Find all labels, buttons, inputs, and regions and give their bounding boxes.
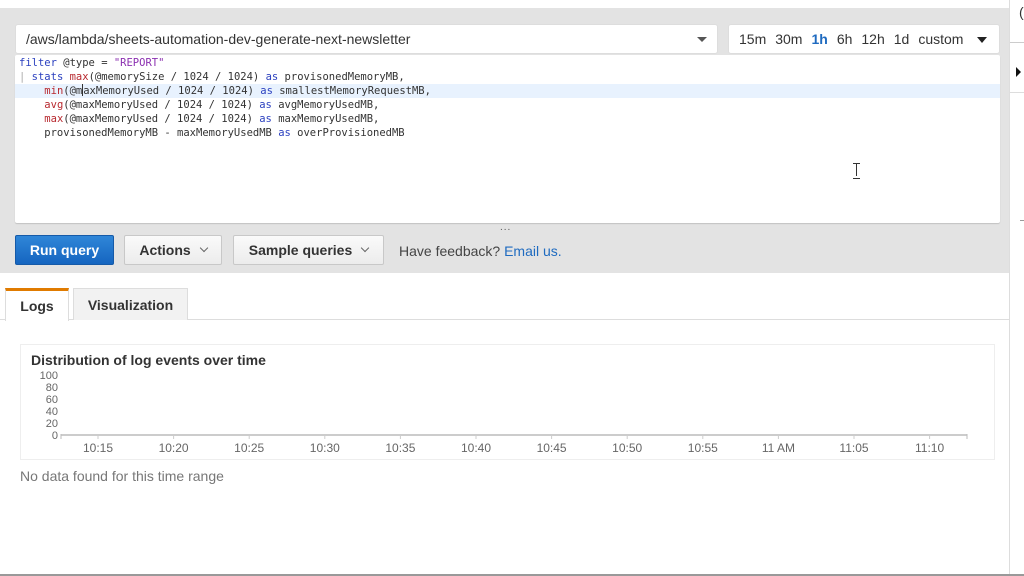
right-side-panel: ( — [1009, 0, 1024, 576]
sample-queries-button[interactable]: Sample queries — [233, 235, 384, 265]
code-line: min(@maxMemoryUsed / 1024 / 1024) as sma… — [15, 84, 1000, 98]
chevron-down-icon — [199, 243, 208, 253]
code-keyword: as — [278, 127, 291, 139]
time-range-option-12h[interactable]: 12h — [861, 31, 884, 47]
code-keyword: as — [259, 113, 272, 125]
pipe-operator: | — [19, 71, 32, 83]
email-us-link[interactable]: Email us. — [504, 243, 562, 259]
code-line: filter @type = "REPORT" — [15, 56, 1000, 70]
code-line: provisonedMemoryMB - maxMemoryUsedMB as … — [15, 126, 1000, 140]
query-editor[interactable]: filter @type = "REPORT" | stats max(@memo… — [15, 55, 1000, 223]
y-tick-label: 100 — [40, 370, 58, 382]
code-text: maxMemoryUsedMB, — [271, 113, 380, 125]
x-tick-label: 11:10 — [915, 441, 944, 455]
log-group-value: /aws/lambda/sheets-automation-dev-genera… — [26, 31, 411, 47]
tab-logs[interactable]: Logs — [5, 288, 69, 321]
feedback-label: Have feedback? — [399, 243, 501, 259]
code-text: provisonedMemoryMB, — [278, 71, 405, 83]
time-range-option-6h[interactable]: 6h — [837, 31, 853, 47]
x-tick-label: 10:15 — [83, 441, 113, 455]
code-string: "REPORT" — [113, 57, 165, 69]
actions-label: Actions — [139, 242, 191, 258]
divider — [1020, 220, 1024, 221]
code-line: | stats max(@memorySize / 1024 / 1024) a… — [15, 70, 1000, 84]
feedback-text: Have feedback? Email us. — [399, 243, 562, 259]
y-tick-label: 0 — [52, 430, 58, 442]
query-panel: /aws/lambda/sheets-automation-dev-genera… — [0, 8, 1009, 273]
chevron-down-icon — [361, 243, 370, 253]
x-tick-label: 10:20 — [159, 441, 189, 455]
code-text: avgMemoryUsedMB, — [271, 99, 380, 111]
code-function: max — [69, 71, 89, 83]
y-tick-label: 40 — [46, 406, 58, 418]
divider — [1010, 92, 1024, 93]
text-cursor-icon — [853, 163, 861, 179]
actions-button[interactable]: Actions — [124, 235, 222, 265]
expand-arrow-icon[interactable] — [1016, 67, 1021, 77]
tab-visualization-label: Visualization — [87, 296, 174, 313]
chart-canvas: 020406080100 10:15 10:20 10:25 10:30 10:35 10:… — [40, 370, 968, 455]
code-text: axMemoryUsed / 1024 / 1024) — [83, 85, 261, 97]
y-tick-label: 60 — [46, 394, 58, 406]
divider — [1010, 42, 1024, 43]
code-keyword: as — [259, 99, 272, 111]
code-function: avg — [44, 99, 64, 111]
code-text: @type = — [56, 57, 114, 69]
code-text: overProvisionedMB — [290, 127, 405, 139]
chevron-down-icon — [697, 37, 707, 42]
x-tick-label: 11 AM — [762, 441, 795, 455]
time-range-option-15m[interactable]: 15m — [739, 31, 766, 47]
time-range-option-30m[interactable]: 30m — [775, 31, 802, 47]
time-range-option-custom[interactable]: custom — [918, 31, 963, 47]
x-tick-label: 10:45 — [537, 441, 567, 455]
code-keyword: as — [265, 71, 279, 83]
code-line: max(@maxMemoryUsed / 1024 / 1024) as max… — [15, 112, 1000, 126]
code-function: min — [44, 85, 64, 97]
x-tick-label: 10:30 — [310, 441, 340, 455]
run-query-button[interactable]: Run query — [15, 235, 114, 265]
time-range-selector: 15m 30m 1h 6h 12h 1d custom — [728, 24, 1000, 54]
code-keyword: as — [260, 85, 273, 97]
code-text: smallestMemoryRequestMB, — [272, 85, 431, 97]
results-tabs: Logs Visualization — [0, 288, 1009, 321]
code-text: (@m — [63, 85, 83, 97]
code-keyword: filter — [19, 57, 57, 69]
panel-glyph: ( — [1019, 4, 1024, 20]
code-text: (@maxMemoryUsed / 1024 / 1024) — [63, 113, 260, 125]
histogram-chart: Distribution of log events over time 0 20… — [20, 344, 995, 460]
tab-logs-label: Logs — [20, 298, 54, 314]
empty-state-message: No data found for this time range — [20, 468, 224, 484]
log-group-select[interactable]: /aws/lambda/sheets-automation-dev-genera… — [15, 24, 718, 54]
time-range-option-1d[interactable]: 1d — [894, 31, 910, 47]
x-tick-label: 10:50 — [612, 441, 642, 455]
editor-resize-handle[interactable]: ... — [500, 222, 511, 233]
code-function: max — [44, 113, 64, 125]
code-line: avg(@maxMemoryUsed / 1024 / 1024) as avg… — [15, 98, 1000, 112]
code-text: (@memorySize / 1024 / 1024) — [88, 71, 266, 83]
y-tick-label: 80 — [46, 382, 58, 394]
code-text: provisonedMemoryMB - maxMemoryUsedMB — [19, 127, 279, 139]
time-range-option-1h[interactable]: 1h — [811, 31, 827, 47]
run-query-label: Run query — [29, 242, 100, 258]
x-tick-label: 11:05 — [839, 441, 868, 455]
code-keyword: stats — [31, 71, 64, 83]
y-tick-label: 20 — [46, 418, 58, 430]
code-text: (@maxMemoryUsed / 1024 / 1024) — [63, 99, 260, 111]
chevron-down-icon[interactable] — [977, 37, 987, 43]
tab-visualization[interactable]: Visualization — [73, 288, 188, 320]
x-tick-label: 10:40 — [461, 441, 491, 455]
sample-queries-label: Sample queries — [248, 242, 353, 258]
x-tick-label: 10:55 — [688, 441, 718, 455]
x-tick-label: 10:25 — [234, 441, 264, 455]
x-tick-label: 10:35 — [385, 441, 415, 455]
cloudwatch-logs-insights: /aws/lambda/sheets-automation-dev-genera… — [0, 0, 1024, 576]
